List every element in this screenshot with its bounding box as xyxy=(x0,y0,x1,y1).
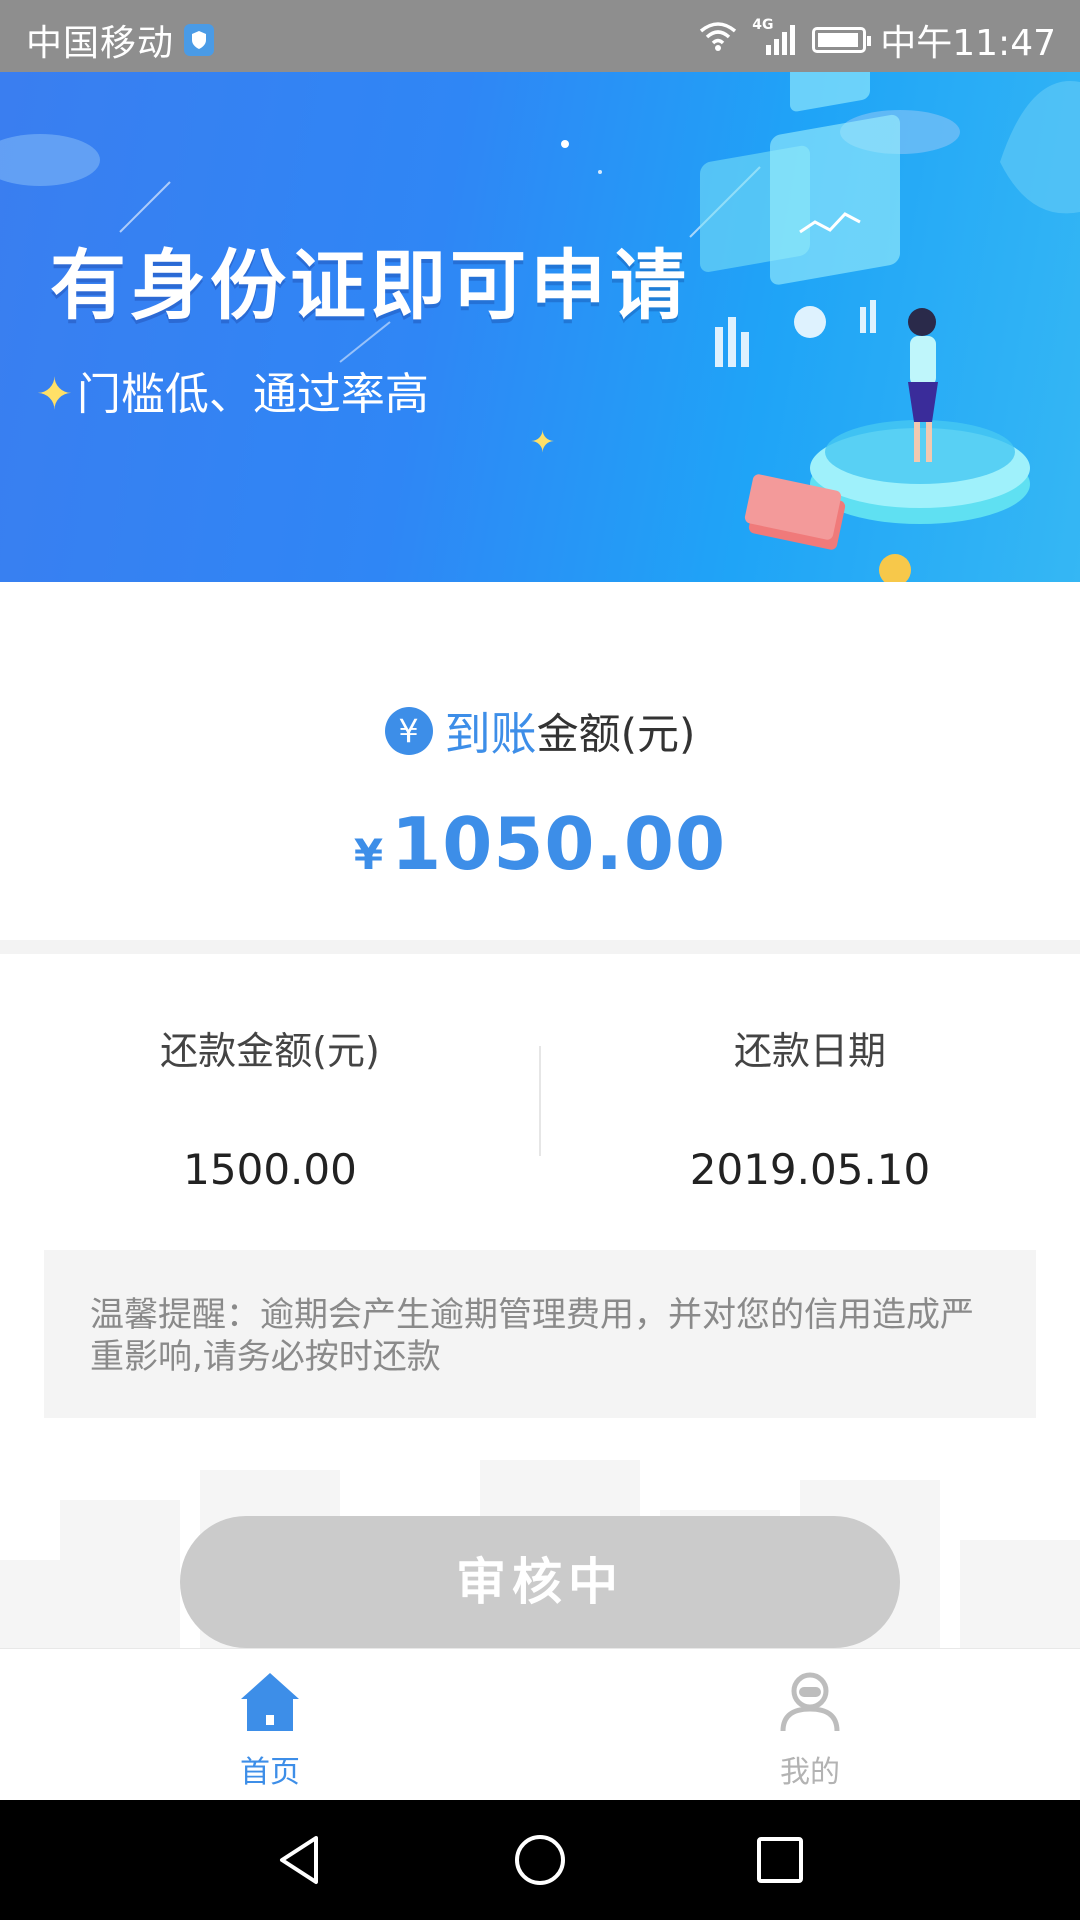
wifi-icon xyxy=(698,20,738,61)
repayment-amount: 还款金额(元) 1500.00 xyxy=(0,1020,540,1194)
repayment-amount-label: 还款金额(元) xyxy=(160,1029,380,1073)
currency-symbol: ¥ xyxy=(353,830,384,879)
repayment-date-label: 还款日期 xyxy=(733,1029,886,1073)
repayment-date: 还款日期 2019.05.10 xyxy=(540,1020,1080,1194)
arrival-label-highlight: 到账 xyxy=(444,707,537,761)
repayment-amount-value: 1500.00 xyxy=(183,1145,357,1194)
banner-title: 有身份证即可申请 xyxy=(50,241,690,330)
promo-banner[interactable]: ✦ 有身份证即可申请 ✦门槛低、通过率高 xyxy=(0,72,1080,582)
status-left: 中国移动 xyxy=(26,14,215,66)
sparkle-icon: ✦ xyxy=(36,369,73,420)
battery-level xyxy=(818,33,858,47)
battery-icon xyxy=(812,27,872,53)
carrier-name: 中国移动 xyxy=(26,23,175,64)
bottom-tab-bar: 首页 我的 xyxy=(0,1648,1080,1801)
tab-mine[interactable]: 我的 xyxy=(540,1649,1080,1801)
arrival-label-rest: 金额(元) xyxy=(536,709,696,759)
section-divider xyxy=(0,940,1080,954)
arrival-amount-value: 1050.00 xyxy=(391,802,727,886)
arrival-amount: ¥1050.00 xyxy=(0,802,1080,886)
tab-mine-label: 我的 xyxy=(780,1755,840,1790)
arrival-amount-label: ¥ 到账金额(元) xyxy=(0,698,1080,764)
under-review-button[interactable]: 审核中 xyxy=(180,1516,900,1648)
repayment-date-value: 2019.05.10 xyxy=(689,1145,931,1194)
shield-icon xyxy=(184,24,215,56)
clock: 中午11:47 xyxy=(880,23,1056,64)
recent-apps-icon[interactable] xyxy=(750,1830,810,1890)
home-nav-icon[interactable] xyxy=(510,1830,570,1890)
system-navigation-bar xyxy=(0,1800,1080,1920)
home-icon xyxy=(237,1669,303,1739)
cellular-signal-icon: 4G xyxy=(752,17,798,57)
tab-home-label: 首页 xyxy=(240,1755,300,1790)
status-right: 4G 中午11:47 xyxy=(698,14,1056,66)
reminder-notice: 温馨提醒：逾期会产生逾期管理费用，并对您的信用造成严重影响,请务必按时还款 xyxy=(44,1250,1036,1418)
svg-text:✦: ✦ xyxy=(530,425,555,460)
tab-home[interactable]: 首页 xyxy=(0,1649,540,1801)
back-icon[interactable] xyxy=(270,1830,330,1890)
yen-icon: ¥ xyxy=(384,707,433,755)
banner-subtitle: ✦门槛低、通过率高 xyxy=(36,358,429,422)
status-bar: 中国移动 4G 中午11:47 xyxy=(0,0,1080,72)
user-icon xyxy=(777,1669,843,1739)
banner-subtitle-text: 门槛低、通过率高 xyxy=(76,369,429,420)
